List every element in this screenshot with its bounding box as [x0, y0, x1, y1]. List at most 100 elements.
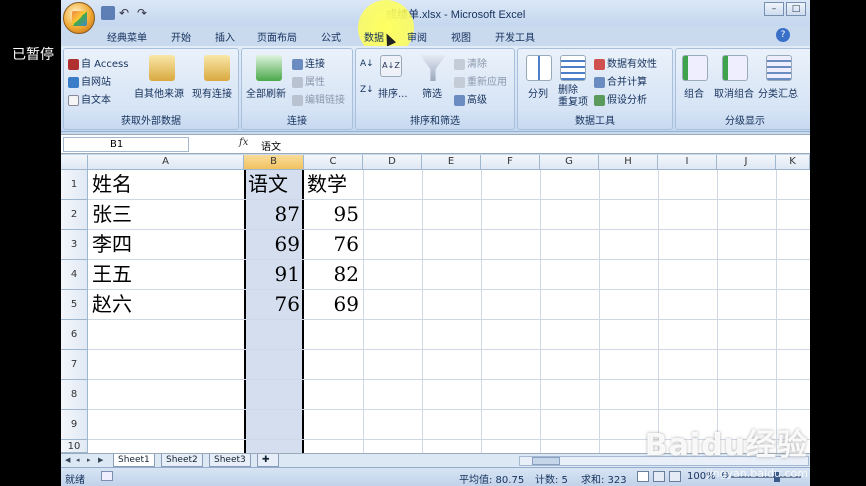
group-button[interactable]: 组合 — [684, 85, 704, 100]
reapply-button[interactable]: 重新应用 — [454, 73, 507, 88]
cell-b3[interactable]: 69 — [248, 230, 300, 259]
row-header-9[interactable]: 9 — [61, 410, 88, 440]
maximize-button[interactable]: □ — [786, 2, 806, 16]
remove-duplicates-icon — [560, 55, 586, 81]
tab-formulas[interactable]: 公式 — [321, 29, 341, 44]
sheet-tab-2[interactable]: Sheet2 — [161, 454, 203, 467]
tab-review[interactable]: 审阅 — [407, 29, 427, 44]
properties-button[interactable]: 属性 — [292, 73, 325, 88]
select-all-corner[interactable] — [61, 155, 88, 170]
sort-ascending-button[interactable]: A↓ — [360, 59, 374, 69]
row-header-1[interactable]: 1 — [61, 170, 88, 200]
sort-descending-button[interactable]: Z↓ — [360, 85, 374, 95]
from-text-button[interactable]: 自文本 — [68, 91, 111, 106]
normal-view-icon[interactable] — [637, 471, 649, 482]
column-header-a[interactable]: A — [88, 155, 244, 170]
column-header-h[interactable]: H — [599, 155, 658, 170]
status-bar: 就绪 平均值: 80.75 计数: 5 求和: 323 100% ⊖ — [61, 467, 810, 486]
worksheet-grid[interactable]: A B C D E F G H I J K 1 2 3 4 5 6 7 8 9 … — [61, 155, 810, 453]
column-header-k[interactable]: K — [776, 155, 810, 170]
last-sheet-icon[interactable]: ▶ — [98, 456, 107, 465]
column-header-c[interactable]: C — [304, 155, 363, 170]
what-if-button[interactable]: 假设分析 — [594, 91, 647, 106]
cell-c3[interactable]: 76 — [307, 230, 359, 259]
from-web-button[interactable]: 自网站 — [68, 73, 111, 88]
page-break-view-icon[interactable] — [669, 471, 681, 482]
row-header-7[interactable]: 7 — [61, 350, 88, 380]
cell-b2[interactable]: 87 — [248, 200, 300, 229]
column-header-g[interactable]: G — [540, 155, 599, 170]
help-icon[interactable]: ? — [776, 28, 790, 42]
refresh-all-button[interactable]: 全部刷新 — [246, 85, 286, 100]
connections-button[interactable]: 连接 — [292, 55, 325, 70]
tab-insert[interactable]: 插入 — [215, 29, 235, 44]
subtotal-button[interactable]: 分类汇总 — [758, 85, 798, 100]
tab-data[interactable]: 数据 — [364, 29, 384, 44]
column-header-f[interactable]: F — [481, 155, 540, 170]
tab-view[interactable]: 视图 — [451, 29, 471, 44]
redo-icon[interactable]: ↷ — [137, 6, 151, 20]
cell-b5[interactable]: 76 — [248, 290, 300, 319]
other-sources-button[interactable]: 自其他来源 — [134, 85, 184, 100]
insert-sheet-icon[interactable]: ✚ — [257, 454, 279, 467]
row-header-10[interactable]: 10 — [61, 440, 88, 453]
tab-home[interactable]: 开始 — [171, 29, 191, 44]
cell-a2[interactable]: 张三 — [92, 200, 132, 229]
column-header-i[interactable]: I — [658, 155, 717, 170]
cell-b4[interactable]: 91 — [248, 260, 300, 289]
from-access-label: 自 Access — [81, 59, 129, 70]
undo-icon[interactable]: ↶ — [119, 6, 133, 20]
row-header-3[interactable]: 3 — [61, 230, 88, 260]
column-header-e[interactable]: E — [422, 155, 481, 170]
first-sheet-icon[interactable]: ◀ — [65, 456, 74, 465]
consolidate-button[interactable]: 合并计算 — [594, 73, 647, 88]
advanced-button[interactable]: 高级 — [454, 91, 487, 106]
edit-links-button[interactable]: 编辑链接 — [292, 91, 345, 106]
column-header-b[interactable]: B — [244, 155, 304, 170]
prev-sheet-icon[interactable]: ◂ — [76, 456, 85, 465]
tab-developer[interactable]: 开发工具 — [495, 29, 535, 44]
horizontal-scroll-thumb[interactable] — [532, 457, 560, 465]
cell-b1[interactable]: 语文 — [248, 170, 288, 199]
row-header-4[interactable]: 4 — [61, 260, 88, 290]
text-to-columns-button[interactable]: 分列 — [528, 85, 548, 100]
macro-record-icon[interactable] — [101, 471, 113, 481]
column-header-j[interactable]: J — [717, 155, 776, 170]
gridline — [540, 170, 541, 453]
next-sheet-icon[interactable]: ▸ — [87, 456, 96, 465]
sheet-tab-3[interactable]: Sheet3 — [209, 454, 251, 467]
column-header-d[interactable]: D — [363, 155, 422, 170]
insert-function-icon[interactable]: fx — [239, 137, 248, 148]
row-header-6[interactable]: 6 — [61, 320, 88, 350]
cell-c1[interactable]: 数学 — [307, 170, 347, 199]
cell-a3[interactable]: 李四 — [92, 230, 132, 259]
tab-classic-menu[interactable]: 经典菜单 — [107, 29, 147, 44]
cell-a5[interactable]: 赵六 — [92, 290, 132, 319]
sort-button[interactable]: 排序... — [378, 85, 408, 100]
row-header-8[interactable]: 8 — [61, 380, 88, 410]
row-header-5[interactable]: 5 — [61, 290, 88, 320]
remove-duplicates-button[interactable]: 删除 重复项 — [558, 85, 588, 109]
cell-c2[interactable]: 95 — [307, 200, 359, 229]
cell-a4[interactable]: 王五 — [92, 260, 132, 289]
office-button[interactable] — [63, 2, 95, 34]
cell-c4[interactable]: 82 — [307, 260, 359, 289]
from-access-button[interactable]: 自 Access — [68, 55, 128, 70]
group-label-outline: 分级显示 — [725, 116, 765, 127]
filter-button[interactable]: 筛选 — [422, 85, 442, 100]
cell-c5[interactable]: 69 — [307, 290, 359, 319]
minimize-button[interactable]: – — [764, 2, 784, 16]
data-validation-icon — [594, 58, 605, 70]
row-header-2[interactable]: 2 — [61, 200, 88, 230]
formula-input[interactable]: 语文 — [261, 138, 281, 153]
name-box[interactable]: B1 — [63, 137, 189, 152]
clear-button[interactable]: 清除 — [454, 55, 487, 70]
save-icon[interactable] — [101, 6, 115, 20]
page-layout-view-icon[interactable] — [653, 471, 665, 482]
cell-a1[interactable]: 姓名 — [92, 170, 132, 199]
sheet-tab-1[interactable]: Sheet1 — [113, 454, 155, 467]
ungroup-button[interactable]: 取消组合 — [714, 85, 754, 100]
data-validation-button[interactable]: 数据有效性 — [594, 55, 657, 70]
tab-page-layout[interactable]: 页面布局 — [257, 29, 297, 44]
existing-connections-button[interactable]: 现有连接 — [192, 85, 232, 100]
